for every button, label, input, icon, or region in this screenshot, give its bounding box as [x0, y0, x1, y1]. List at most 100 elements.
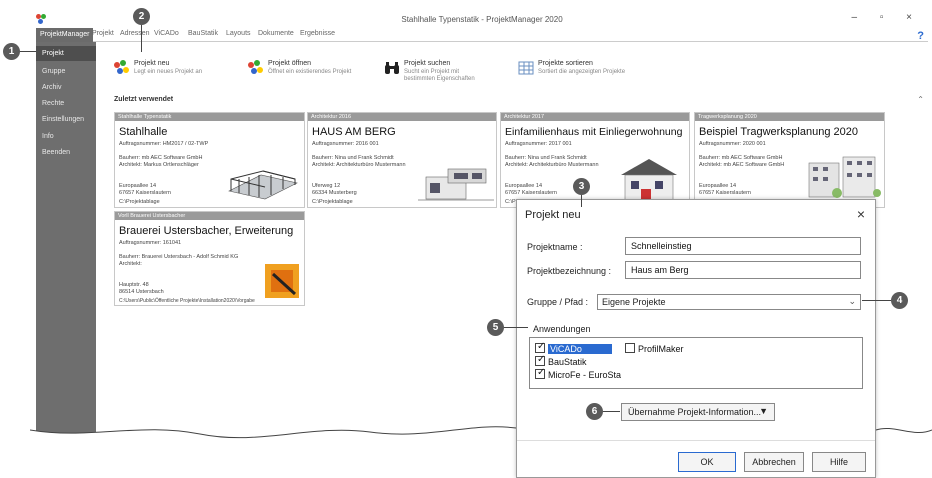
- sidebar-item-einstellungen[interactable]: Einstellungen: [42, 116, 84, 123]
- checkbox-checked: [535, 367, 545, 379]
- ribbon-tabs: ProjektManager Projekt Adressen ViCADo B…: [36, 28, 928, 42]
- card-architect: Architekt: Markus Ortlenschläger: [119, 162, 199, 168]
- baustatik-label: BauStatik: [548, 357, 587, 367]
- uebernahme-projekt-information-button[interactable]: Übernahme Projekt-Information... ▼: [621, 403, 775, 421]
- action-label: Projekt öffnen: [268, 60, 312, 67]
- callout-leader: [862, 300, 891, 301]
- hilfe-button[interactable]: Hilfe: [812, 452, 866, 472]
- gruppe-pfad-select[interactable]: Eigene Projekte ⌄: [597, 294, 861, 310]
- project-card-brauerei[interactable]: Vorll Brauerei Ustersbacher Brauerei Ust…: [114, 211, 305, 306]
- sidebar-item-rechte[interactable]: Rechte: [42, 100, 64, 107]
- tab-adressen[interactable]: Adressen: [120, 30, 150, 37]
- dialog-title: Projekt neu: [525, 209, 581, 221]
- projektbezeichnung-label: Projektbezeichnung :: [527, 266, 612, 276]
- chevron-down-icon: ⌄: [848, 296, 856, 306]
- callout-leader: [141, 25, 142, 52]
- callout-3: 3: [573, 178, 590, 195]
- gruppe-pfad-value: Eigene Projekte: [602, 297, 666, 307]
- project-card-haus-am-berg[interactable]: Architektur 2016 HAUS AM BERG Auftragsnu…: [307, 112, 497, 208]
- callout-1: 1: [3, 43, 20, 60]
- card-city: 67657 Kaiserslautern: [119, 190, 171, 196]
- sidebar-item-gruppe[interactable]: Gruppe: [42, 68, 65, 75]
- card-client: Bauherr: Nina und Frank Schmidt: [312, 155, 394, 161]
- card-order-number: Auftragsnummer: 161041: [119, 240, 182, 246]
- card-title: Brauerei Ustersbacher, Erweiterung: [119, 225, 294, 237]
- family-house-thumbnail: [611, 159, 689, 205]
- microfe-checkbox[interactable]: MicroFe - EuroSta: [535, 367, 622, 380]
- callout-leader: [504, 327, 528, 328]
- card-architect: Architekt:: [119, 261, 142, 267]
- action-description: Sucht ein Projekt mit bestimmten Eigensc…: [404, 69, 475, 82]
- sort-grid-icon: [518, 60, 534, 76]
- action-label: Projekt suchen: [404, 60, 451, 67]
- close-icon[interactable]: ×: [857, 206, 865, 222]
- card-title: Stahlhalle: [119, 126, 168, 138]
- card-client: Bauherr: mb AEC Software GmbH: [699, 155, 783, 161]
- callout-leader: [581, 195, 582, 207]
- modern-house-thumbnail: [418, 168, 494, 201]
- tab-dokumente[interactable]: Dokumente: [258, 30, 294, 37]
- tab-ergebnisse[interactable]: Ergebnisse: [300, 30, 335, 37]
- card-street: Uferweg 12: [312, 183, 341, 189]
- card-city: 67657 Kaiserslautern: [505, 190, 557, 196]
- card-order-number: Auftragsnummer: HM2017 / 02-TWP: [119, 141, 209, 147]
- microfe-label: MicroFe - EuroSta: [548, 370, 622, 380]
- tab-vicado[interactable]: ViCADo: [154, 30, 179, 37]
- baustatik-checkbox[interactable]: BauStatik: [535, 354, 587, 367]
- dialog-separator: [517, 440, 875, 441]
- tab-projekt[interactable]: Projekt: [92, 30, 114, 37]
- gruppe-pfad-label: Gruppe / Pfad :: [527, 297, 589, 307]
- projekt-neu-dialog: Projekt neu × Projektname : Projektbezei…: [516, 199, 876, 478]
- project-card-einfamilienhaus[interactable]: Architektur 2017 Einfamilienhaus mit Ein…: [500, 112, 690, 208]
- window-controls[interactable]: – ▫ ×: [851, 12, 922, 23]
- card-caption: Tragwerksplanung 2020: [695, 113, 884, 121]
- card-title: Einfamilienhaus mit Einliegerwohnung: [505, 126, 683, 138]
- vicado-label: ViCADo: [548, 344, 612, 354]
- card-order-number: Auftragsnummer: 2016 001: [312, 141, 379, 147]
- projektname-input[interactable]: [625, 237, 861, 255]
- card-title: HAUS AM BERG: [312, 126, 396, 138]
- action-description: Öffnet ein existierendes Projekt: [268, 69, 352, 75]
- card-client: Bauherr: Nina und Frank Schmidt: [505, 155, 587, 161]
- action-description: Legt ein neues Projekt an: [134, 69, 203, 75]
- dropdown-arrow-icon: ▼: [759, 406, 768, 416]
- card-path: C:\Projektablage: [312, 199, 353, 205]
- callout-leader: [20, 51, 36, 52]
- card-city: 66334 Musterberg: [312, 190, 357, 196]
- callout-leader: [603, 411, 620, 412]
- ok-button[interactable]: OK: [678, 452, 736, 472]
- tab-projektmanager[interactable]: ProjektManager: [36, 28, 94, 42]
- uebernahme-label: Übernahme Projekt-Information...: [628, 407, 762, 417]
- binoculars-icon: [384, 60, 400, 76]
- card-path: C:\Projektablage: [119, 199, 160, 205]
- projektname-label: Projektname :: [527, 242, 583, 252]
- card-architect: Architekt: mb AEC Software GmbH: [699, 162, 785, 168]
- chevron-up-icon[interactable]: ⌃: [917, 95, 924, 104]
- callout-4: 4: [891, 292, 908, 309]
- sidebar-item-projekt[interactable]: Projekt: [36, 46, 96, 61]
- card-architect: Architekt: Architekturbüro Mustermann: [505, 162, 599, 168]
- project-card-tragwerksplanung[interactable]: Tragwerksplanung 2020 Beispiel Tragwerks…: [694, 112, 885, 208]
- card-client: Bauherr: Brauerei Ustersbach - Adolf Sch…: [119, 254, 239, 260]
- checkbox-checked: [535, 354, 545, 366]
- card-caption: Vorll Brauerei Ustersbacher: [115, 212, 304, 220]
- card-caption: Stahlhalle Typenstatik: [115, 113, 304, 121]
- brewery-thumbnail: [265, 264, 299, 298]
- sidebar-item-info[interactable]: Info: [42, 133, 54, 140]
- project-card-stahlhalle[interactable]: Stahlhalle Typenstatik Stahlhalle Auftra…: [114, 112, 305, 208]
- sidebar-item-archiv[interactable]: Archiv: [42, 84, 61, 91]
- tab-layouts[interactable]: Layouts: [226, 30, 251, 37]
- tab-baustatik[interactable]: BauStatik: [188, 30, 218, 37]
- callout-2: 2: [133, 8, 150, 25]
- callout-5: 5: [487, 319, 504, 336]
- card-street: Hauptstr. 48: [119, 282, 149, 288]
- profilmaker-checkbox[interactable]: ProfilMaker: [625, 343, 684, 354]
- recent-header: Zuletzt verwendet: [114, 96, 174, 103]
- card-street: Europaallee 14: [505, 183, 543, 189]
- projektbezeichnung-input[interactable]: [625, 261, 861, 279]
- abbrechen-button[interactable]: Abbrechen: [744, 452, 804, 472]
- vicado-checkbox[interactable]: ViCADo: [535, 341, 612, 354]
- checkbox-checked: [535, 341, 545, 353]
- checkbox-unchecked: [625, 343, 635, 353]
- sidebar-item-beenden[interactable]: Beenden: [42, 149, 70, 156]
